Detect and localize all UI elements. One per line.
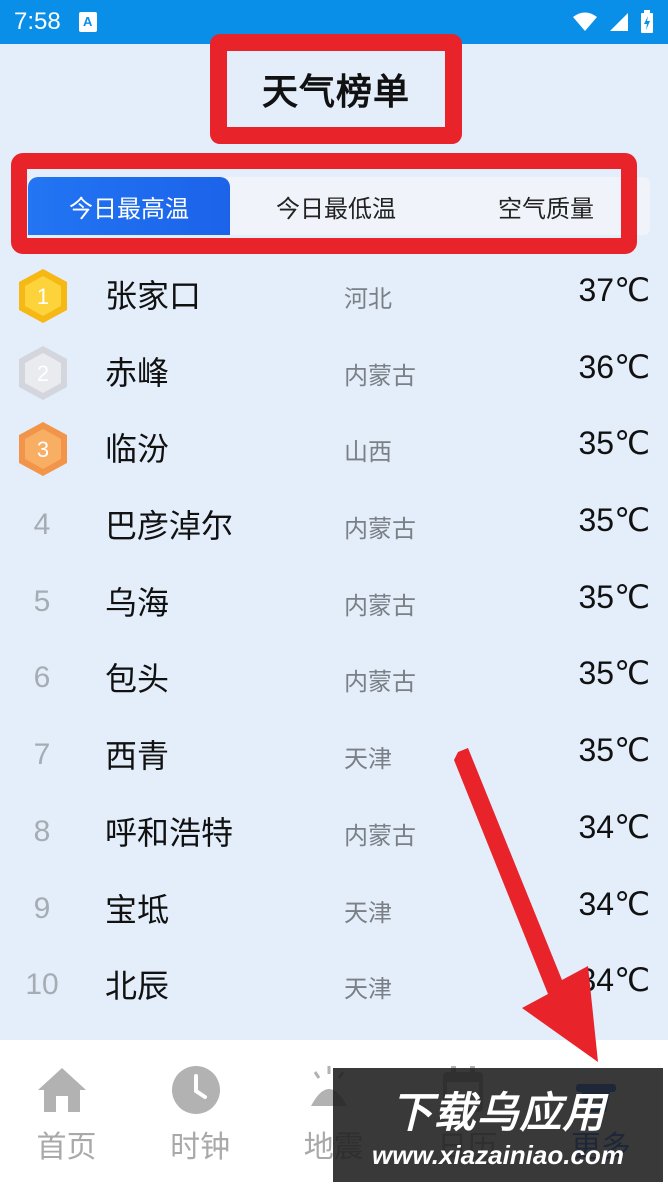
rank-number: 7 — [33, 738, 51, 772]
rank-number: 10 — [25, 968, 59, 1002]
clock-icon — [171, 1066, 220, 1114]
svg-text:2: 2 — [37, 361, 49, 386]
rank-number: 8 — [33, 814, 51, 848]
province-name: 天津 — [344, 975, 392, 1004]
svg-text:3: 3 — [37, 437, 49, 462]
tabs-highlight-box — [11, 153, 637, 254]
city-name: 临汾 — [105, 430, 170, 469]
nav-label: 首页 — [36, 1130, 97, 1165]
city-name: 张家口 — [105, 277, 202, 315]
province-name: 山西 — [344, 438, 392, 467]
list-item[interactable]: 5 乌海 内蒙古 35℃ — [0, 560, 668, 637]
list-item[interactable]: 3 临汾 山西 35℃ — [0, 406, 668, 483]
watermark: 下载乌应用 www.xiazainiao.com — [333, 1068, 663, 1182]
rank-number: 5 — [33, 584, 51, 618]
city-name: 乌海 — [105, 583, 170, 622]
wifi-icon — [573, 12, 597, 31]
rank-number: 6 — [33, 661, 51, 695]
title-highlight-box: 天气榜单 — [210, 34, 462, 144]
red-arrow-annotation — [454, 748, 598, 1062]
status-icons — [572, 10, 654, 34]
battery-charging-icon — [641, 10, 653, 33]
province-name: 河北 — [344, 285, 392, 313]
temperature-value: 37℃ — [578, 272, 650, 308]
list-item[interactable]: 1 张家口 河北 37℃ — [0, 253, 668, 330]
home-icon — [38, 1068, 86, 1112]
province-name: 内蒙古 — [344, 821, 416, 850]
temperature-value: 35℃ — [578, 578, 650, 615]
temperature-value: 35℃ — [578, 655, 650, 692]
watermark-title: 下载乌应用 — [390, 1088, 606, 1137]
nav-item-clock[interactable]: 时钟 — [134, 1040, 268, 1187]
city-name: 北辰 — [105, 967, 170, 1006]
temperature-value: 36℃ — [578, 348, 650, 385]
silver-medal-icon: 2 — [19, 345, 67, 400]
gold-medal-icon: 1 — [19, 269, 67, 323]
province-name: 天津 — [344, 745, 392, 774]
list-item[interactable]: 2 赤峰 内蒙古 36℃ — [0, 330, 668, 407]
svg-text:1: 1 — [37, 284, 49, 309]
signal-icon — [610, 13, 628, 31]
province-name: 内蒙古 — [344, 591, 416, 620]
list-item[interactable]: 6 包头 内蒙古 35℃ — [0, 636, 668, 713]
temperature-value: 35℃ — [578, 502, 650, 539]
rank-number: 9 — [33, 891, 51, 925]
province-name: 内蒙古 — [344, 361, 416, 390]
bronze-medal-icon: 3 — [19, 422, 67, 477]
city-name: 赤峰 — [105, 353, 170, 392]
temperature-value: 35℃ — [578, 425, 650, 462]
page-title: 天气榜单 — [261, 72, 410, 113]
watermark-url: www.xiazainiao.com — [372, 1140, 624, 1170]
nav-item-home[interactable]: 首页 — [0, 1040, 134, 1187]
status-time: 7:58 — [14, 8, 61, 35]
nav-label: 时钟 — [170, 1130, 231, 1165]
rank-number: 4 — [33, 508, 51, 542]
app-notification-icon: A — [78, 12, 97, 32]
city-name: 西青 — [105, 737, 170, 776]
province-name: 天津 — [344, 898, 392, 927]
city-name: 宝坻 — [105, 890, 170, 929]
province-name: 内蒙古 — [344, 668, 416, 697]
list-item[interactable]: 4 巴彦淖尔 内蒙古 35℃ — [0, 483, 668, 560]
city-name: 包头 — [105, 660, 170, 699]
province-name: 内蒙古 — [344, 515, 416, 544]
city-name: 呼和浩特 — [105, 813, 234, 852]
city-name: 巴彦淖尔 — [105, 507, 234, 546]
